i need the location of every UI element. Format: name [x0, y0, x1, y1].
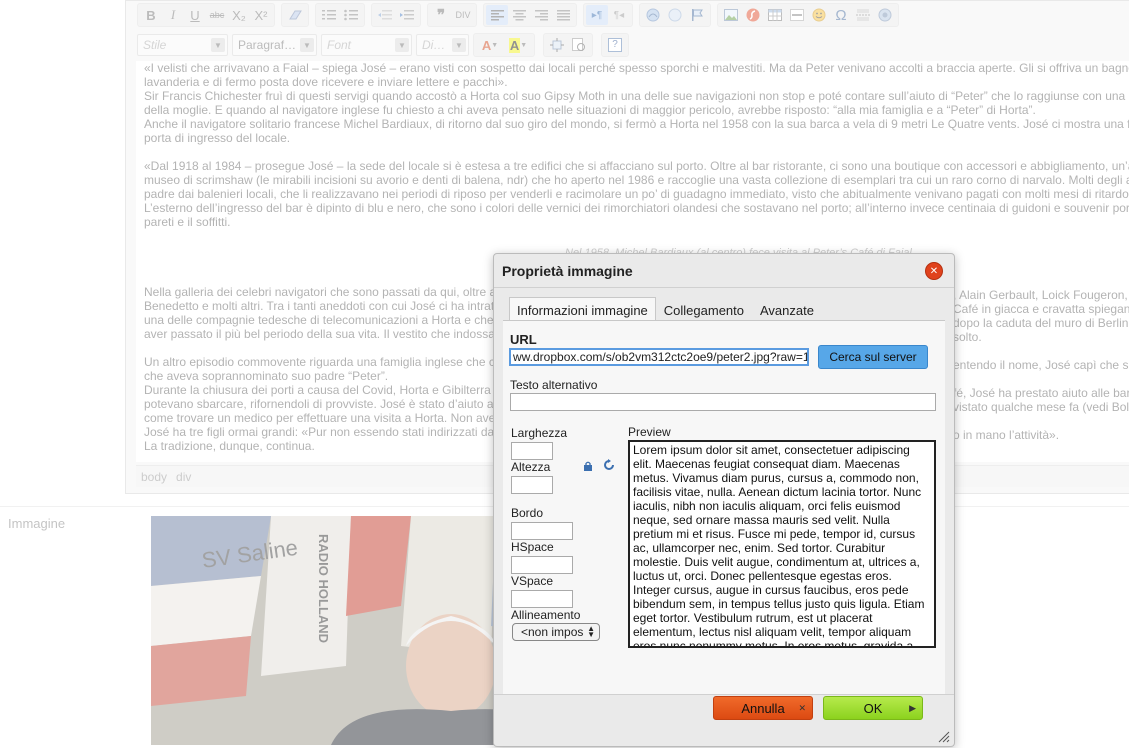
arrow-right-icon: ▶: [909, 702, 916, 713]
browse-server-button[interactable]: Cerca sul server: [818, 345, 928, 369]
lock-icon[interactable]: [583, 458, 593, 476]
alt-text-label: Testo alternativo: [510, 378, 598, 392]
preview-box: Lorem ipsum dolor sit amet, consectetuer…: [628, 440, 936, 648]
vspace-input[interactable]: [511, 590, 573, 608]
alt-text-input[interactable]: [510, 393, 936, 411]
hspace-input[interactable]: [511, 556, 573, 574]
vspace-label: VSpace: [511, 574, 554, 588]
image-properties-dialog: Proprietà immagine ✕ Informazioni immagi…: [493, 253, 955, 747]
width-input[interactable]: [511, 442, 553, 460]
ratio-controls: [583, 458, 615, 476]
url-label: URL: [510, 332, 537, 347]
height-input[interactable]: [511, 476, 553, 494]
select-arrows-icon: ▲ ▼: [587, 624, 595, 639]
dialog-title-divider: [494, 287, 954, 288]
reset-size-icon[interactable]: [603, 458, 615, 476]
alignment-label: Allineamento: [511, 608, 581, 622]
alignment-select[interactable]: <non impos ▲ ▼: [512, 623, 600, 641]
hspace-label: HSpace: [511, 540, 554, 554]
width-label: Larghezza: [511, 426, 568, 440]
dialog-title: Proprietà immagine: [502, 263, 633, 279]
height-label: Altezza: [511, 460, 551, 474]
dialog-panel: URL ww.dropbox.com/s/ob2vm312ctc2oe9/pet…: [503, 320, 945, 694]
resize-grip-icon[interactable]: [938, 730, 950, 743]
ok-button[interactable]: OK ▶: [823, 696, 923, 720]
border-label: Bordo: [511, 506, 544, 520]
cancel-button[interactable]: Annulla ✕: [713, 696, 813, 720]
border-input[interactable]: [511, 522, 573, 540]
close-icon[interactable]: ✕: [925, 262, 943, 280]
url-input[interactable]: ww.dropbox.com/s/ob2vm312ctc2oe9/peter2.…: [509, 348, 809, 366]
preview-label: Preview: [628, 425, 671, 439]
x-icon: ✕: [798, 702, 806, 713]
ok-button-label: OK: [863, 700, 883, 716]
cancel-button-label: Annulla: [741, 700, 785, 716]
alignment-value: <non impos: [521, 625, 584, 639]
